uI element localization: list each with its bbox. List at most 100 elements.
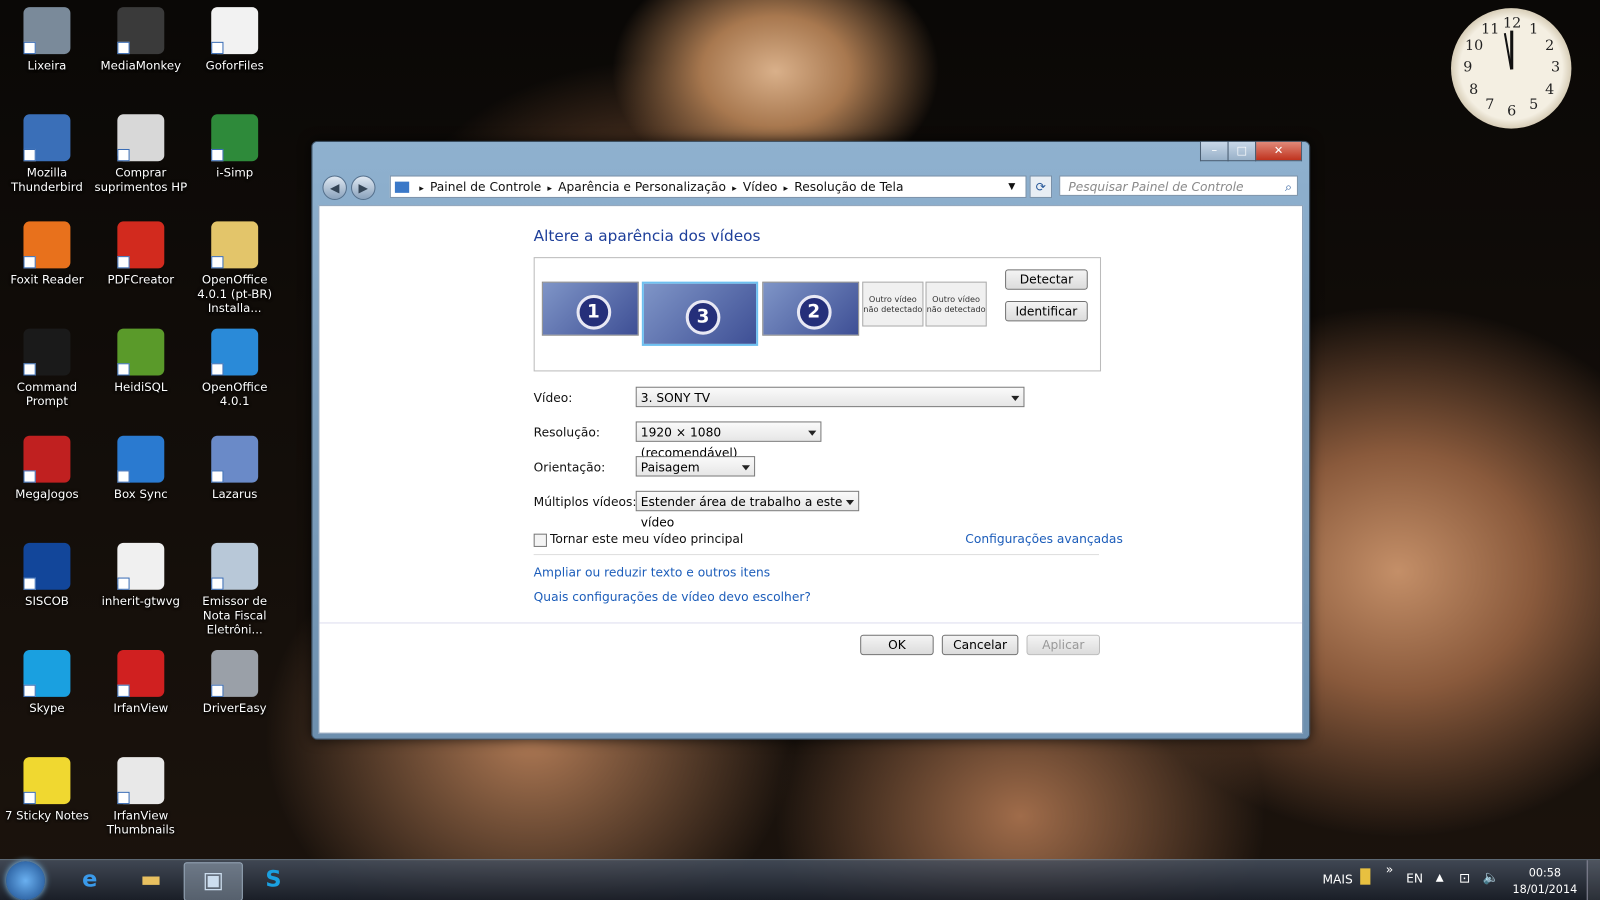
- desktop-icon[interactable]: Box Sync: [94, 434, 188, 501]
- ok-button[interactable]: OK: [860, 634, 934, 656]
- network-icon[interactable]: ⊡: [1459, 871, 1470, 886]
- desktop-icon[interactable]: Comprar suprimentos HP: [94, 112, 188, 194]
- system-clock[interactable]: 00:58 18/01/2014: [1512, 865, 1578, 898]
- desktop-icon[interactable]: MediaMonkey: [94, 5, 188, 72]
- control-panel-taskbar-button[interactable]: ▣: [183, 862, 243, 900]
- clock-number: 12: [1503, 15, 1522, 32]
- breadcrumb-arrow-icon[interactable]: ▸: [419, 184, 424, 194]
- shortcut-icon: [211, 435, 259, 483]
- chevron-down-icon: [845, 499, 855, 509]
- chevron-down-icon[interactable]: ▼: [1008, 177, 1015, 197]
- chevron-down-icon: [741, 465, 750, 474]
- start-button[interactable]: [6, 861, 45, 900]
- resolution-select[interactable]: 1920 × 1080 (recomendável): [635, 421, 822, 460]
- desktop-icon-label: OpenOffice 4.0.1: [201, 379, 268, 409]
- monitor-number: 2: [796, 294, 832, 330]
- address-bar[interactable]: ▸ Painel de Controle ▸ Aparência e Personal…: [389, 175, 1027, 198]
- monitor-2[interactable]: 2: [762, 281, 860, 336]
- desktop-icon-label: MegaJogos: [15, 486, 79, 502]
- text-size-link[interactable]: Ampliar ou reduzir texto e outros itens: [534, 565, 770, 579]
- maximize-button[interactable]: □: [1227, 141, 1257, 162]
- desktop-icon[interactable]: Lazarus: [188, 434, 282, 501]
- search-icon[interactable]: ⌕: [1285, 177, 1292, 197]
- desktop-icon[interactable]: inherit-gtwvg: [94, 541, 188, 608]
- search-input[interactable]: Pesquisar Painel de Controle ⌕: [1059, 175, 1298, 197]
- not-detected-display[interactable]: Outro vídeo não detectado: [925, 281, 987, 327]
- desktop-icon[interactable]: IrfanView Thumbnails: [94, 755, 188, 837]
- close-button[interactable]: ✕: [1255, 141, 1303, 162]
- monitor-3-selected[interactable]: 3: [641, 281, 759, 346]
- shortcut-icon: [23, 114, 71, 162]
- clock-number: 9: [1463, 59, 1473, 76]
- skype-taskbar-icon[interactable]: S: [245, 862, 302, 899]
- desktop-icon-label: DriverEasy: [202, 701, 267, 716]
- desktop-icon[interactable]: GoforFiles: [188, 5, 282, 72]
- breadcrumb-arrow-icon[interactable]: ▸: [732, 184, 737, 194]
- more-label[interactable]: MAIS: [1322, 872, 1352, 886]
- desktop-icon[interactable]: Command Prompt: [0, 327, 94, 409]
- desktop-icon-label: GoforFiles: [205, 58, 264, 73]
- internet-explorer-icon[interactable]: e: [61, 862, 118, 899]
- date: 18/01/2014: [1512, 882, 1578, 896]
- desktop-icon-label: HeidiSQL: [114, 379, 168, 394]
- identify-button[interactable]: Identificar: [1005, 301, 1088, 322]
- desktop-icon[interactable]: Mozilla Thunderbird: [0, 112, 94, 194]
- desktop-icon[interactable]: i-Simp: [188, 112, 282, 180]
- language-indicator[interactable]: EN: [1406, 871, 1423, 885]
- primary-display-checkbox[interactable]: [533, 533, 547, 547]
- breadcrumb-item[interactable]: Painel de Controle: [430, 180, 541, 194]
- shortcut-icon: [117, 542, 165, 590]
- show-desktop-button[interactable]: [1586, 860, 1600, 900]
- breadcrumb-item[interactable]: Aparência e Personalização: [558, 180, 726, 194]
- desktop-icon[interactable]: SISCOB: [0, 541, 94, 608]
- orientation-select[interactable]: Paisagem: [635, 456, 756, 477]
- shortcut-icon: [23, 7, 71, 55]
- desktop-icon[interactable]: DriverEasy: [188, 648, 282, 715]
- display-help-link[interactable]: Quais configurações de vídeo devo escolh…: [534, 590, 811, 604]
- cancel-button[interactable]: Cancelar: [941, 634, 1019, 656]
- shortcut-icon: [117, 757, 165, 805]
- desktop-icon[interactable]: IrfanView: [94, 648, 188, 715]
- desktop-icon-label: IrfanView: [113, 701, 169, 716]
- breadcrumb-item[interactable]: Resolução de Tela: [794, 180, 903, 194]
- desktop-icon[interactable]: HeidiSQL: [94, 327, 188, 394]
- desktop-icon[interactable]: Skype: [0, 648, 94, 715]
- file-explorer-icon[interactable]: ▬: [122, 862, 179, 899]
- breadcrumb-arrow-icon[interactable]: ▸: [547, 184, 552, 194]
- clock-number: 7: [1485, 97, 1495, 114]
- orientation-value: Paisagem: [640, 460, 700, 475]
- advanced-settings-link[interactable]: Configurações avançadas: [965, 532, 1123, 546]
- folder-tray-icon[interactable]: [1360, 868, 1371, 885]
- desktop-icon[interactable]: Lixeira: [0, 5, 94, 72]
- refresh-button[interactable]: ⟳: [1029, 175, 1053, 198]
- desktop-icon[interactable]: PDFCreator: [94, 219, 188, 287]
- forward-button[interactable]: ▶: [351, 175, 376, 200]
- desktop-icon[interactable]: Emissor de Nota Fiscal Eletrôni...: [188, 541, 282, 637]
- overflow-icon[interactable]: »: [1386, 862, 1393, 876]
- minimize-button[interactable]: –: [1199, 141, 1229, 162]
- breadcrumb-item[interactable]: Vídeo: [743, 180, 778, 194]
- desktop: Lixeira MediaMonkey GoforFiles Mozilla Thun…: [0, 0, 1600, 900]
- apply-button[interactable]: Aplicar: [1026, 634, 1100, 656]
- shortcut-icon: [211, 328, 259, 376]
- desktop-icon[interactable]: MegaJogos: [0, 434, 94, 501]
- divider: [533, 554, 1099, 556]
- detect-button[interactable]: Detectar: [1005, 269, 1088, 290]
- desktop-icon[interactable]: 7 Sticky Notes: [0, 755, 94, 822]
- not-detected-display[interactable]: Outro vídeo não detectado: [862, 281, 924, 327]
- multiple-displays-select[interactable]: Estender área de trabalho a este vídeo: [635, 490, 860, 530]
- desktop-icon-label: Command Prompt: [16, 379, 78, 409]
- desktop-icon[interactable]: OpenOffice 4.0.1: [188, 327, 282, 409]
- desktop-icon[interactable]: Foxit Reader: [0, 219, 94, 287]
- desktop-icon[interactable]: OpenOffice 4.0.1 (pt-BR) Installa...: [188, 219, 282, 315]
- shortcut-icon: [211, 7, 259, 55]
- breadcrumb-arrow-icon[interactable]: ▸: [784, 184, 789, 194]
- back-button[interactable]: ◀: [322, 175, 347, 200]
- clock-number: 5: [1529, 97, 1539, 114]
- desktop-icon-label: MediaMonkey: [100, 58, 182, 73]
- monitor-1[interactable]: 1: [541, 281, 639, 336]
- show-hidden-icons[interactable]: ▲: [1436, 872, 1444, 883]
- volume-icon[interactable]: 🔈: [1483, 870, 1500, 885]
- clock-gadget[interactable]: 12 1 2 3 4 5 6 7 8 9 10 11: [1451, 8, 1572, 129]
- video-select[interactable]: 3. SONY TV: [635, 386, 1025, 408]
